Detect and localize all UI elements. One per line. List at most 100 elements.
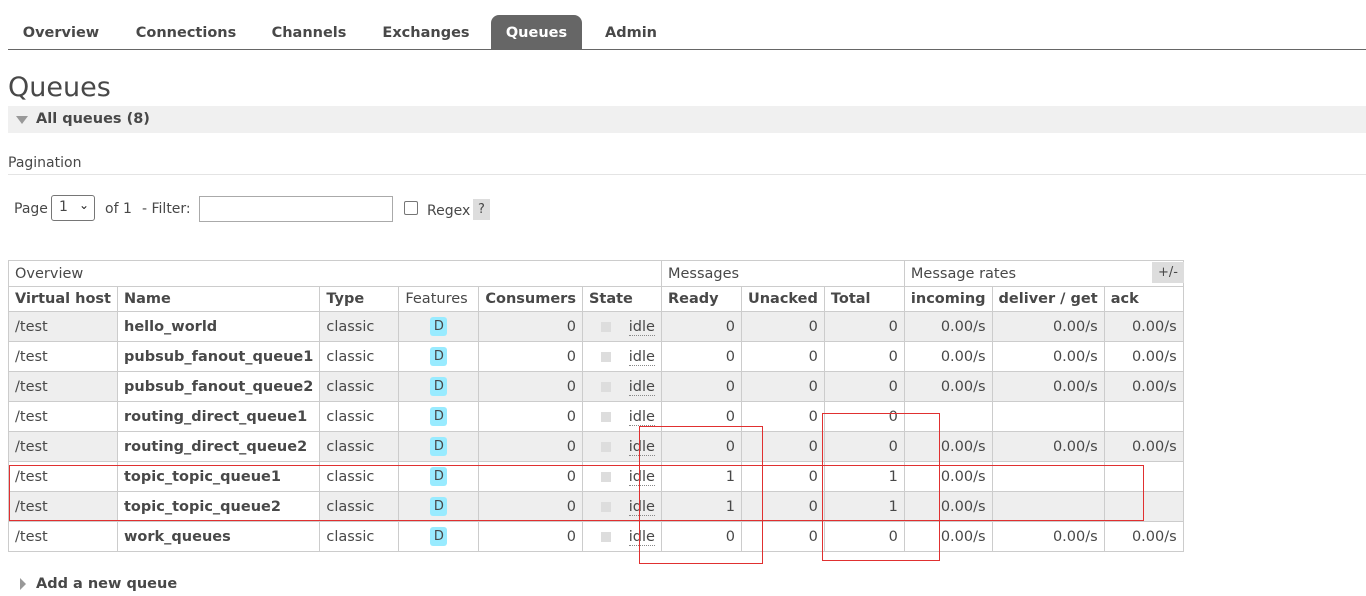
col-state[interactable]: State — [581, 286, 662, 312]
cell-queue-name[interactable]: pubsub_fanout_queue2 — [116, 371, 321, 402]
cell-ready: 0 — [660, 311, 742, 342]
cell-type: classic — [319, 401, 400, 432]
cell-type: classic — [319, 431, 400, 462]
col-virtual-host[interactable]: Virtual host — [8, 286, 118, 312]
durable-badge: D — [430, 377, 448, 396]
regex-help-button[interactable]: ? — [473, 199, 490, 220]
cell-virtual-host: /test — [8, 401, 118, 432]
cell-deliver-get: 0.00/s — [991, 431, 1105, 462]
durable-badge: D — [430, 437, 448, 456]
state-indicator-icon — [600, 321, 611, 332]
cell-queue-name[interactable]: routing_direct_queue1 — [116, 401, 321, 432]
cell-total: 0 — [823, 341, 905, 372]
divider — [8, 174, 1366, 175]
table-row: /test routing_direct_queue1 classic D 0 idle 0… — [8, 401, 1184, 432]
regex-checkbox[interactable] — [404, 201, 418, 215]
main-nav: Overview Connections Channels Exchanges … — [8, 15, 1366, 50]
page-select-value: 1 — [59, 199, 68, 215]
columns-toggle-button[interactable]: +/- — [1152, 262, 1184, 283]
state-label: idle — [628, 408, 655, 426]
group-header-message-rates: Message rates — [903, 260, 1184, 287]
cell-deliver-get — [991, 401, 1105, 432]
col-type[interactable]: Type — [319, 286, 400, 312]
cell-ack: 0.00/s — [1103, 311, 1184, 342]
filter-input[interactable] — [199, 196, 393, 222]
cell-queue-name[interactable]: hello_world — [116, 311, 321, 342]
cell-virtual-host: /test — [8, 431, 118, 462]
cell-virtual-host: /test — [8, 341, 118, 372]
tab-exchanges[interactable]: Exchanges — [372, 15, 480, 49]
group-header-overview: Overview — [8, 260, 662, 287]
cell-features: D — [398, 521, 480, 552]
col-incoming[interactable]: incoming — [903, 286, 993, 312]
cell-consumers: 0 — [478, 341, 583, 372]
cell-state: idle — [581, 311, 662, 342]
tab-connections[interactable]: Connections — [126, 15, 246, 49]
cell-incoming: 0.00/s — [903, 341, 993, 372]
state-label: idle — [628, 318, 655, 336]
cell-type: classic — [319, 521, 400, 552]
all-queues-toggle[interactable]: All queues (8) — [8, 106, 1366, 133]
col-ack[interactable]: ack — [1103, 286, 1184, 312]
page-select[interactable]: 1 ⌄ — [51, 195, 95, 221]
col-consumers[interactable]: Consumers — [478, 286, 583, 312]
durable-badge: D — [430, 527, 448, 546]
cell-incoming: 0.00/s — [903, 371, 993, 402]
cell-ready: 0 — [660, 371, 742, 402]
page-title: Queues — [8, 72, 111, 103]
cell-ack: 0.00/s — [1103, 431, 1184, 462]
col-ready[interactable]: Ready — [660, 286, 742, 312]
col-deliver-get[interactable]: deliver / get — [991, 286, 1105, 312]
state-indicator-icon — [600, 441, 611, 452]
expand-triangle-icon — [20, 578, 26, 590]
filter-label: - Filter: — [142, 201, 191, 217]
cell-queue-name[interactable]: routing_direct_queue2 — [116, 431, 321, 462]
durable-badge: D — [430, 347, 448, 366]
table-row: /test work_queues classic D 0 idle 0 0 0 0.00/s 0.… — [8, 521, 1184, 552]
cell-total: 0 — [823, 371, 905, 402]
cell-unacked: 0 — [740, 371, 825, 402]
durable-badge: D — [430, 407, 448, 426]
state-indicator-icon — [600, 381, 611, 392]
cell-queue-name[interactable]: work_queues — [116, 521, 321, 552]
cell-consumers: 0 — [478, 521, 583, 552]
durable-badge: D — [430, 317, 448, 336]
cell-queue-name[interactable]: pubsub_fanout_queue1 — [116, 341, 321, 372]
tab-queues[interactable]: Queues — [491, 15, 582, 49]
page-label: Page — [14, 201, 48, 217]
cell-state: idle — [581, 341, 662, 372]
col-name[interactable]: Name — [116, 286, 321, 312]
cell-unacked: 0 — [740, 311, 825, 342]
cell-ack: 0.00/s — [1103, 371, 1184, 402]
cell-consumers: 0 — [478, 371, 583, 402]
state-indicator-icon — [600, 351, 611, 362]
cell-ack: 0.00/s — [1103, 341, 1184, 372]
table-row: /test pubsub_fanout_queue1 classic D 0 idle 0 0… — [8, 341, 1184, 372]
cell-features: D — [398, 371, 480, 402]
tab-admin[interactable]: Admin — [594, 15, 668, 49]
state-indicator-icon — [600, 411, 611, 422]
col-unacked[interactable]: Unacked — [740, 286, 825, 312]
cell-ack: 0.00/s — [1103, 521, 1184, 552]
cell-consumers: 0 — [478, 311, 583, 342]
tab-channels[interactable]: Channels — [260, 15, 358, 49]
state-indicator-icon — [600, 531, 611, 542]
pagination-heading: Pagination — [8, 155, 82, 171]
chevron-down-icon: ⌄ — [78, 198, 89, 212]
regex-label: Regex — [427, 203, 471, 219]
cell-unacked: 0 — [740, 341, 825, 372]
cell-total: 0 — [823, 311, 905, 342]
section-label: All queues (8) — [36, 111, 150, 127]
tab-overview[interactable]: Overview — [8, 15, 114, 49]
cell-deliver-get: 0.00/s — [991, 371, 1105, 402]
cell-type: classic — [319, 311, 400, 342]
cell-features: D — [398, 341, 480, 372]
cell-deliver-get: 0.00/s — [991, 521, 1105, 552]
cell-incoming: 0.00/s — [903, 311, 993, 342]
cell-virtual-host: /test — [8, 521, 118, 552]
cell-virtual-host: /test — [8, 311, 118, 342]
cell-consumers: 0 — [478, 401, 583, 432]
col-total[interactable]: Total — [823, 286, 905, 312]
cell-deliver-get: 0.00/s — [991, 311, 1105, 342]
cell-state: idle — [581, 371, 662, 402]
